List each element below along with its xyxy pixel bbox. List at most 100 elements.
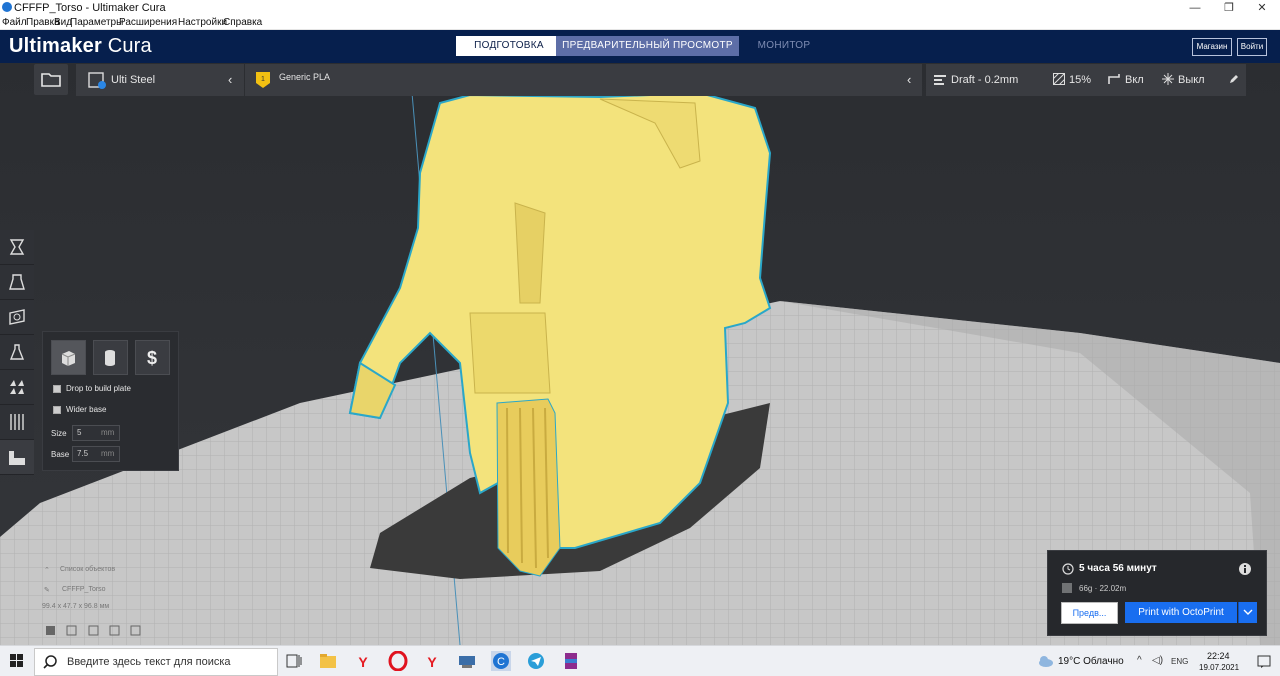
custom-supports-panel: $ Drop to build plate Wider base Size 5 … (42, 331, 179, 471)
left-toolbar (0, 230, 34, 475)
adhesion-value: Выкл (1178, 74, 1205, 86)
minimize-button[interactable]: — (1177, 0, 1213, 16)
size-unit: mm (101, 428, 115, 437)
object-name: CFFFP_Torso (62, 586, 106, 593)
app-header: Ultimaker Cura ПОДГОТОВКА ПРЕДВАРИТЕЛЬНЫ… (0, 30, 1280, 63)
view-orientation-icons (46, 625, 141, 636)
task-view-icon[interactable] (284, 651, 304, 671)
weather-text[interactable]: 19°C Облачно (1058, 656, 1124, 667)
material-selector[interactable]: 1 Generic PLA ‹ (245, 64, 922, 96)
top-view-icon (88, 625, 99, 636)
move-tool[interactable] (0, 230, 34, 265)
cura-taskbar-icon[interactable]: C (491, 651, 511, 671)
drop-to-build-plate-label: Drop to build plate (66, 384, 131, 393)
per-model-settings-tool[interactable] (0, 370, 34, 405)
weather-cloud-icon[interactable] (1036, 651, 1056, 671)
svg-text:$: $ (147, 348, 157, 368)
chevron-left-icon[interactable]: ‹ (228, 72, 232, 87)
telegram-icon[interactable] (526, 651, 546, 671)
rotate-icon (9, 309, 25, 325)
svg-text:Y: Y (427, 654, 437, 670)
stage-prepare-tab[interactable]: ПОДГОТОВКА (456, 36, 562, 56)
rotate-tool[interactable] (0, 300, 34, 335)
cylinder-icon (105, 350, 115, 366)
search-icon (43, 655, 57, 669)
scale-icon (9, 274, 25, 290)
print-with-octoprint-button[interactable]: Print with OctoPrint (1125, 602, 1237, 623)
input-language[interactable]: ENG (1171, 657, 1188, 666)
menu-extensions[interactable]: Расширения (119, 17, 177, 28)
winrar-icon[interactable] (561, 651, 581, 671)
maximize-button[interactable]: ❐ (1211, 0, 1247, 16)
volume-icon[interactable]: ◁) (1152, 655, 1163, 666)
marketplace-button[interactable]: Магазин (1192, 38, 1232, 56)
opera-icon[interactable] (388, 651, 408, 671)
app-brand: Ultimaker Cura (9, 35, 152, 58)
cube-icon (61, 351, 76, 366)
clock-icon (1062, 563, 1074, 575)
svg-text:1: 1 (261, 76, 265, 83)
clock-time[interactable]: 22:24 (1207, 651, 1230, 661)
chevron-up-icon[interactable]: ⌃ (44, 566, 50, 574)
support-blocker-tool[interactable] (0, 405, 34, 440)
sign-in-button[interactable]: Войти (1237, 38, 1267, 56)
notifications-icon[interactable] (1257, 654, 1271, 668)
size-input[interactable]: 5 mm (72, 425, 120, 441)
info-icon[interactable] (1238, 562, 1252, 576)
size-value: 5 (77, 428, 82, 437)
drop-to-build-plate-checkbox[interactable] (53, 385, 61, 393)
yandex-icon[interactable]: Y (353, 651, 373, 671)
mirror-tool[interactable] (0, 335, 34, 370)
window-title-bar: CFFFP_Torso - Ultimaker Cura — ❐ ✕ (0, 0, 1280, 16)
window-title: CFFFP_Torso - Ultimaker Cura (14, 2, 166, 14)
network-app-icon[interactable] (457, 651, 477, 671)
brand-ultimaker: Ultimaker (9, 35, 102, 57)
pencil-icon[interactable] (1229, 74, 1239, 84)
custom-supports-tool[interactable] (0, 440, 34, 475)
right-view-icon (130, 625, 141, 636)
left-view-icon (109, 625, 120, 636)
printer-name: Ulti Steel (111, 74, 156, 86)
wider-base-checkbox[interactable] (53, 406, 61, 414)
yandex-browser-icon[interactable]: Y (422, 651, 442, 671)
close-button[interactable]: ✕ (1244, 0, 1280, 16)
open-file-button[interactable] (34, 64, 68, 95)
view-orientation-buttons (44, 624, 144, 643)
cura-app-icon (2, 2, 12, 12)
print-options-dropdown[interactable] (1238, 602, 1257, 623)
base-label: Base (51, 450, 70, 459)
file-explorer-icon[interactable] (318, 651, 338, 671)
cylinder-support-button[interactable] (93, 340, 128, 375)
profile-icon (934, 75, 946, 85)
stage-monitor-tab[interactable]: МОНИТОР (745, 36, 823, 56)
print-estimate-panel: 5 часа 56 минут 66g · 22.02m Предв... Pr… (1047, 550, 1267, 636)
menu-preferences[interactable]: Настройки (178, 17, 227, 28)
wider-base-label: Wider base (66, 405, 107, 414)
stage-preview-tab[interactable]: ПРЕДВАРИТЕЛЬНЫЙ ПРОСМОТР (556, 36, 739, 56)
menu-bar: Файл Правка Вид Параметры Расширения Нас… (0, 16, 1280, 30)
windows-taskbar: Введите здесь текст для поиска Y Y C 19°… (0, 645, 1280, 676)
printer-selector[interactable]: Ulti Steel ‹ (76, 64, 244, 96)
custom-support-button[interactable]: $ (135, 340, 170, 375)
chevron-left-icon[interactable]: ‹ (907, 72, 911, 87)
print-settings-selector[interactable]: Draft - 0.2mm 15% Вкл Выкл (926, 64, 1246, 96)
menu-parameters[interactable]: Параметры (70, 17, 123, 28)
chevron-up-icon[interactable]: ^ (1137, 655, 1142, 666)
svg-text:C: C (497, 656, 505, 668)
base-input[interactable]: 7.5 mm (72, 446, 120, 462)
menu-file[interactable]: Файл (2, 17, 27, 28)
scale-tool[interactable] (0, 265, 34, 300)
cube-support-button[interactable] (51, 340, 86, 375)
infill-icon (1053, 73, 1065, 85)
support-value: Вкл (1125, 74, 1144, 86)
menu-help[interactable]: Справка (223, 17, 262, 28)
material-name: Generic PLA (279, 72, 331, 82)
clock-date[interactable]: 19.07.2021 (1199, 663, 1239, 672)
front-view-icon (66, 625, 77, 636)
size-label: Size (51, 429, 67, 438)
taskbar-search-box[interactable]: Введите здесь текст для поиска (34, 648, 278, 676)
windows-start-icon[interactable] (10, 654, 24, 668)
object-list-label[interactable]: Список объектов (60, 566, 115, 573)
base-unit: mm (101, 449, 115, 458)
preview-button[interactable]: Предв... (1061, 602, 1118, 624)
